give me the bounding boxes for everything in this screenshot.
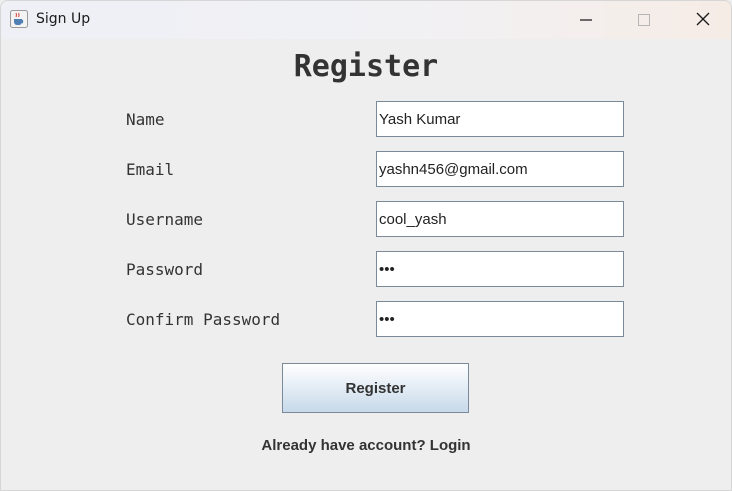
close-icon — [696, 11, 710, 30]
title-bar[interactable]: Sign Up — [1, 1, 731, 39]
password-field[interactable]: ••• — [376, 251, 624, 287]
minimize-button[interactable] — [563, 1, 609, 39]
password-label: Password — [126, 260, 204, 279]
name-label: Name — [126, 110, 165, 129]
username-label: Username — [126, 210, 204, 229]
minimize-icon — [580, 11, 592, 30]
window-title: Sign Up — [36, 11, 91, 27]
maximize-icon — [638, 11, 650, 30]
register-button[interactable]: Register — [282, 363, 469, 413]
email-field[interactable]: yashn456@gmail.com — [376, 151, 624, 187]
username-field[interactable]: cool_yash — [376, 201, 624, 237]
confirm-password-field[interactable]: ••• — [376, 301, 624, 337]
confirm-password-label: Confirm Password — [126, 310, 281, 329]
name-field[interactable]: Yash Kumar — [376, 101, 624, 137]
close-button[interactable] — [680, 1, 726, 39]
maximize-button[interactable] — [621, 1, 667, 39]
page-title: Register — [293, 49, 439, 84]
email-label: Email — [126, 160, 175, 179]
login-link[interactable]: Already have account? Login — [1, 437, 731, 454]
signup-window: Sign Up Register Name Yash Kumar Email y… — [0, 0, 732, 491]
java-cup-icon — [10, 10, 28, 28]
